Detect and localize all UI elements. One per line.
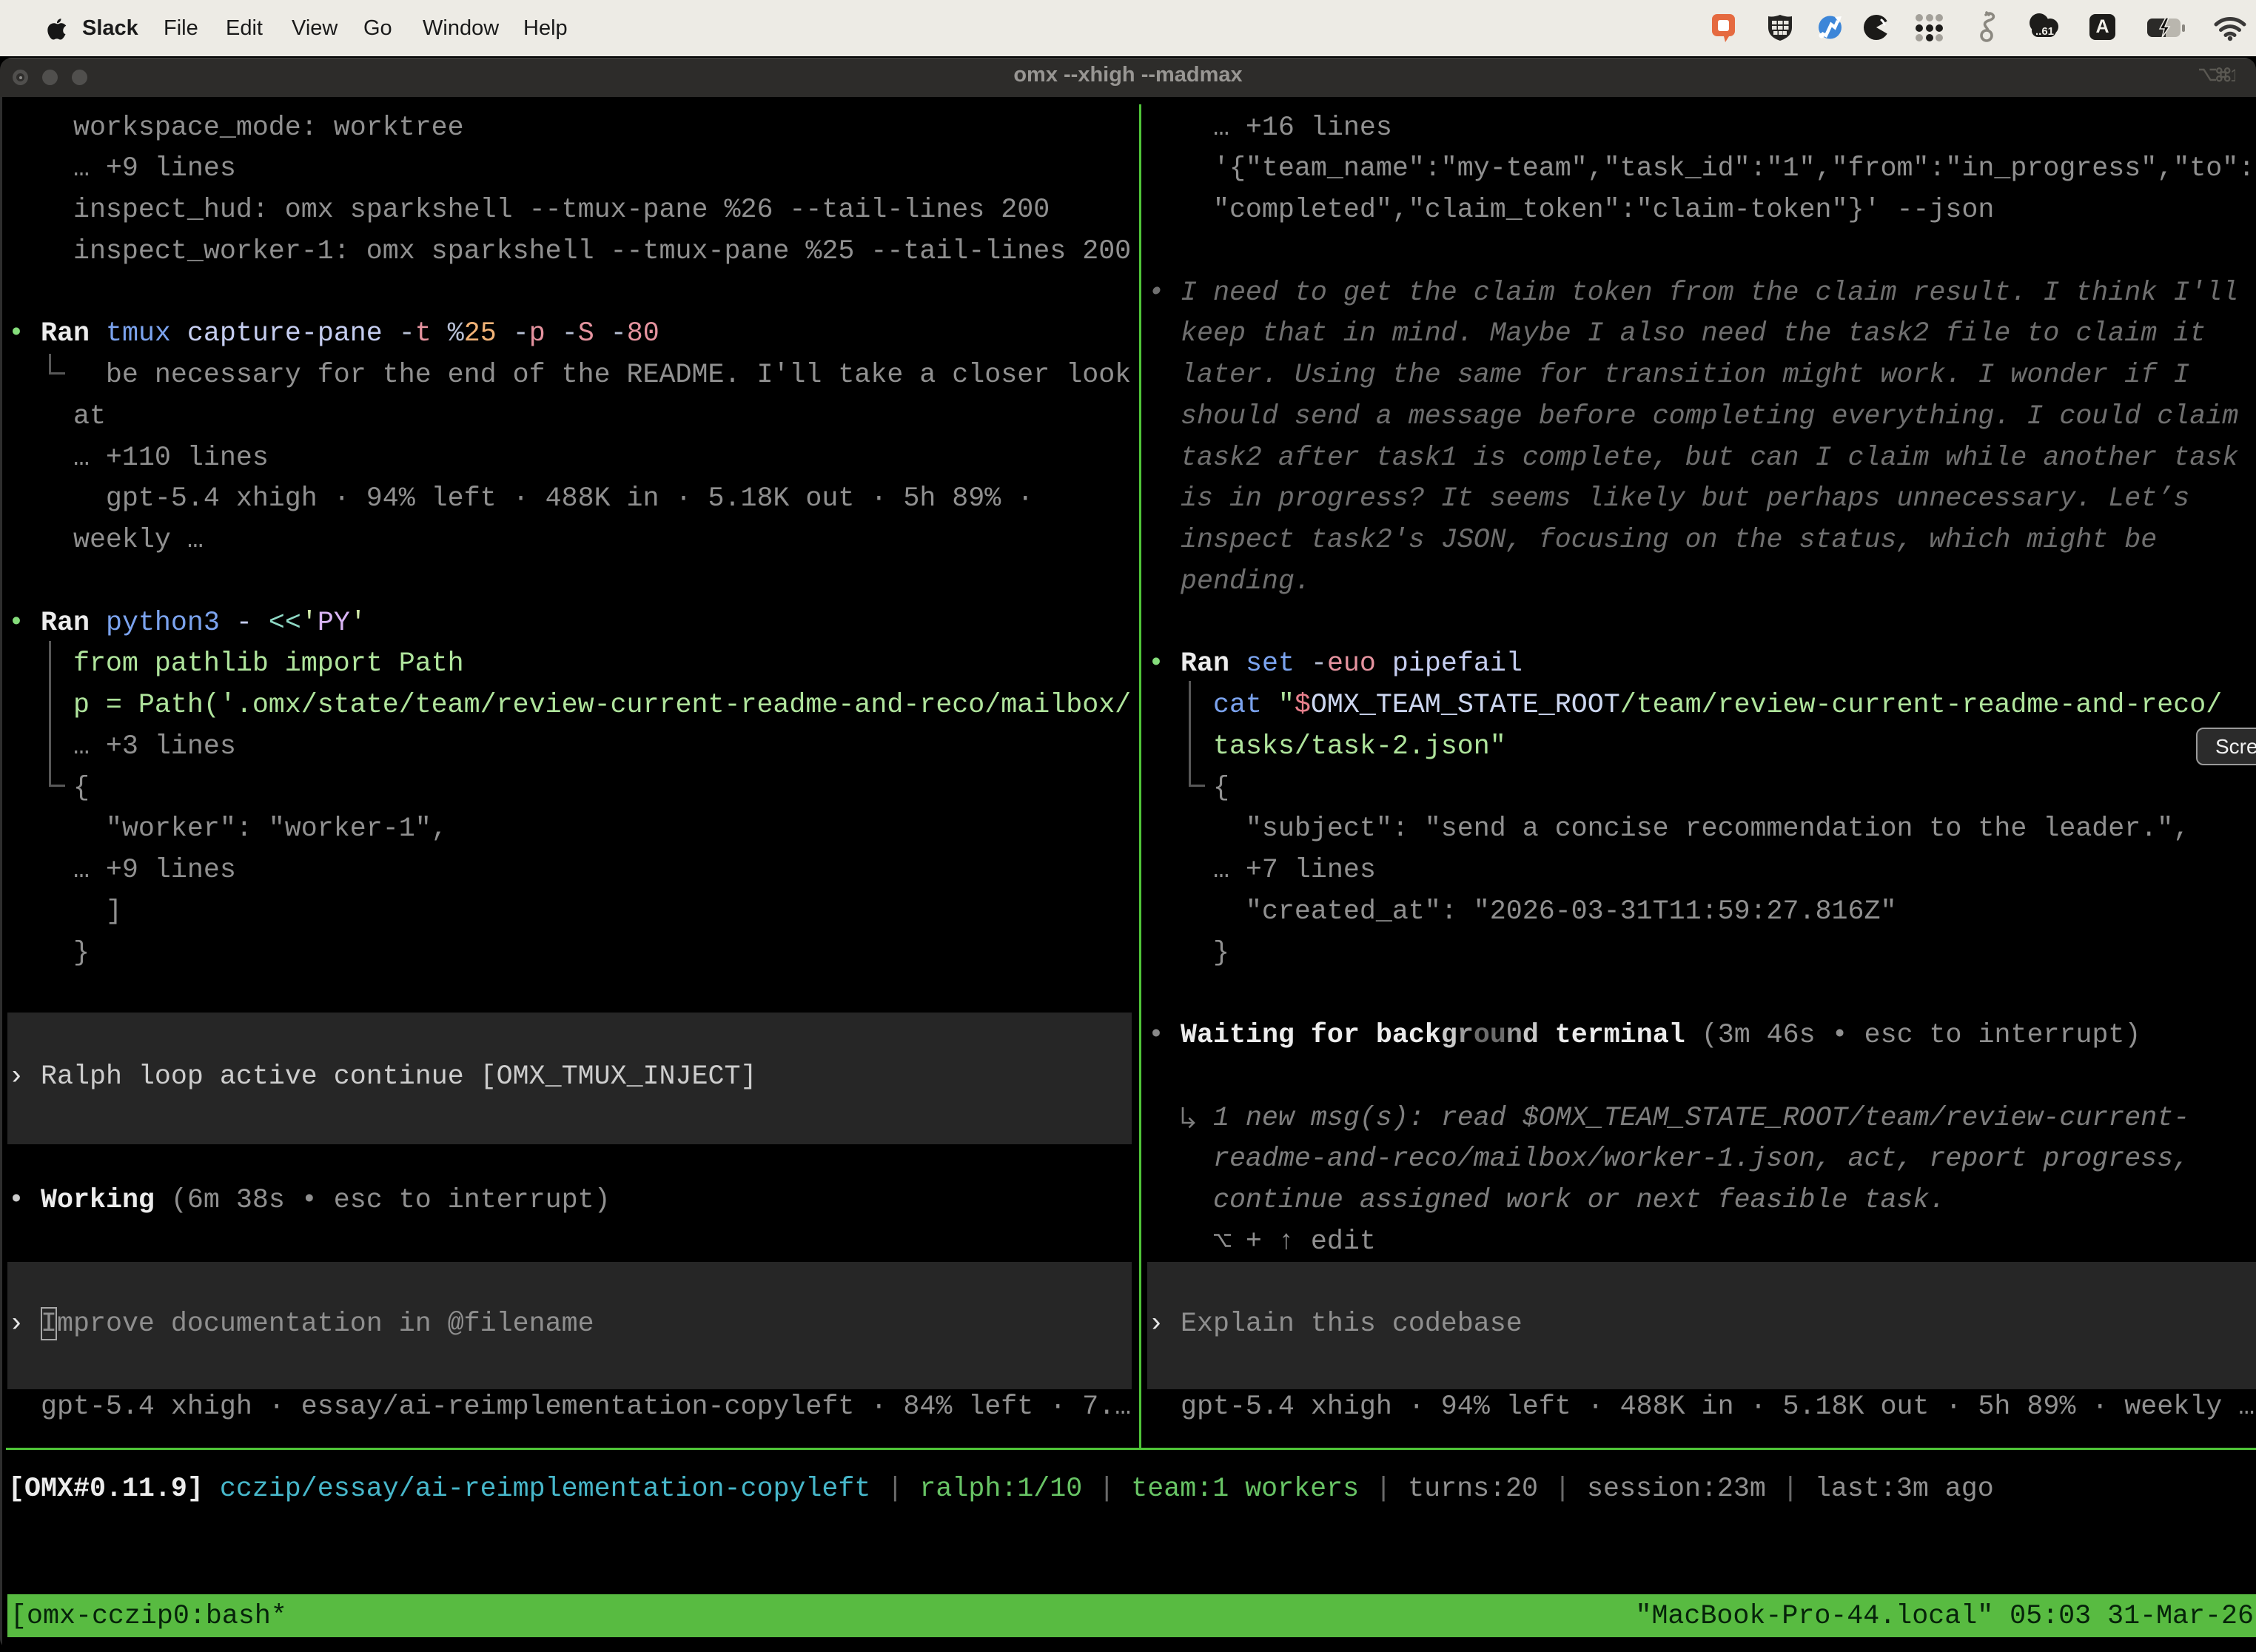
svg-text:1: 1 — [2230, 66, 2235, 85]
svg-text:..61: ..61 — [2035, 25, 2054, 38]
